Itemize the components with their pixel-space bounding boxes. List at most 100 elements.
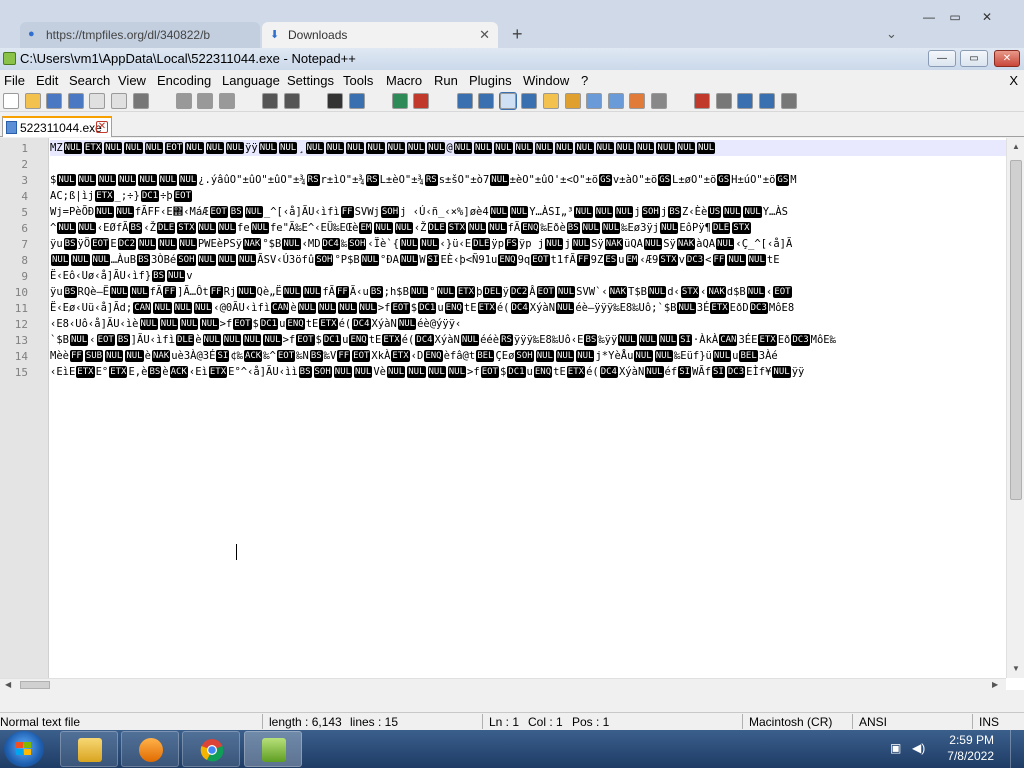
save-icon[interactable] — [46, 93, 63, 109]
scroll-right-icon[interactable]: ▶ — [992, 680, 998, 689]
zoom-in-icon[interactable] — [391, 93, 408, 109]
menu-view[interactable]: View — [118, 73, 146, 88]
menu-search[interactable]: Search — [69, 73, 110, 88]
menu-plugins[interactable]: Plugins — [469, 73, 512, 88]
open-file-icon[interactable] — [24, 93, 41, 109]
menu-macro[interactable]: Macro — [386, 73, 422, 88]
cut-icon[interactable] — [175, 93, 192, 109]
new-tab-button[interactable]: + — [512, 24, 523, 45]
minimize-button[interactable]: — — [928, 50, 956, 67]
document-tab-bar: 522311044.exe ✕ — [0, 112, 1024, 137]
close-document-x[interactable]: X — [1009, 73, 1018, 88]
network-icon[interactable]: ▣ — [890, 741, 904, 755]
find-icon[interactable] — [327, 93, 343, 109]
taskbar-media-player[interactable] — [121, 731, 179, 767]
close-icon[interactable] — [89, 93, 106, 109]
indent-guide-icon[interactable] — [543, 93, 559, 109]
undo-icon[interactable] — [262, 93, 279, 109]
horizontal-scroll-thumb[interactable] — [20, 681, 50, 689]
folder-workspace-icon[interactable] — [629, 93, 646, 109]
close-all-icon[interactable] — [111, 93, 127, 109]
save-all-icon[interactable] — [67, 93, 84, 109]
replace-icon[interactable] — [348, 93, 365, 109]
udl-icon[interactable] — [564, 93, 581, 109]
menu-tools[interactable]: Tools — [343, 73, 373, 88]
menu-file[interactable]: File — [4, 73, 25, 88]
menu-settings[interactable]: Settings — [287, 73, 334, 88]
browser-maximize-button[interactable]: ▭ — [944, 10, 966, 28]
new-file-icon[interactable] — [3, 93, 19, 109]
show-all-chars-icon[interactable] — [521, 93, 538, 109]
control-char-badge: ETX — [710, 302, 729, 314]
sync-v-icon[interactable] — [456, 93, 473, 109]
taskbar-notepadpp[interactable] — [244, 731, 302, 767]
control-char-badge: BS — [137, 254, 150, 266]
record-macro-icon[interactable] — [694, 93, 711, 109]
paste-icon[interactable] — [219, 93, 235, 109]
status-mode[interactable]: INS — [979, 715, 999, 729]
menu-language[interactable]: Language — [222, 73, 280, 88]
word-wrap-icon[interactable] — [498, 92, 517, 110]
vertical-scroll-thumb[interactable] — [1010, 160, 1022, 500]
control-char-badge: SOH — [313, 366, 332, 378]
sync-h-icon[interactable] — [478, 93, 495, 109]
close-tab-icon[interactable]: ✕ — [479, 27, 490, 43]
control-char-badge: NUL — [386, 142, 405, 154]
menu-edit[interactable]: Edit — [36, 73, 58, 88]
doc-map-icon[interactable] — [586, 93, 603, 109]
text-segment: fÃ — [149, 286, 163, 298]
control-char-badge: DC1 — [322, 334, 342, 346]
menu-help[interactable]: ? — [581, 73, 588, 88]
menu-run[interactable]: Run — [434, 73, 458, 88]
start-button[interactable] — [4, 731, 44, 767]
stop-macro-icon[interactable] — [715, 93, 732, 109]
title-bar[interactable]: C:\Users\vm1\AppData\Local\522311044.exe… — [0, 48, 1024, 70]
copy-icon[interactable] — [197, 93, 214, 109]
monitoring-icon[interactable] — [651, 93, 667, 109]
status-eol[interactable]: Macintosh (CR) — [749, 715, 832, 729]
control-char-badge: EOT — [773, 286, 792, 298]
text-segment: Y…ÀSI„³ — [529, 206, 574, 218]
browser-tab-downloads[interactable]: ⬇ Downloads ✕ — [262, 22, 498, 48]
taskbar-chrome[interactable] — [182, 731, 240, 767]
status-encoding[interactable]: ANSI — [859, 715, 887, 729]
play-macro-icon[interactable] — [737, 93, 754, 109]
volume-icon[interactable]: ◀) — [912, 741, 926, 755]
redo-icon[interactable] — [283, 93, 300, 109]
close-window-button[interactable]: ✕ — [994, 50, 1020, 67]
text-segment: 9q — [517, 254, 531, 266]
taskbar-explorer[interactable] — [60, 731, 118, 767]
clock-date[interactable]: 7/8/2022 — [947, 749, 994, 763]
clock-time[interactable]: 2:59 PM — [949, 733, 994, 747]
run-macro-multiple-icon[interactable] — [759, 93, 775, 109]
text-segment: °ÐA — [380, 254, 399, 266]
close-tab-icon[interactable]: ✕ — [96, 121, 108, 133]
function-list-icon[interactable] — [607, 93, 624, 109]
browser-close-button[interactable]: ✕ — [976, 10, 998, 28]
scroll-left-icon[interactable]: ◀ — [5, 680, 11, 689]
text-segment: RQè–Ë — [77, 286, 110, 298]
zoom-out-icon[interactable] — [413, 93, 430, 109]
text-segment: èfâ@t — [443, 350, 476, 362]
menu-encoding[interactable]: Encoding — [157, 73, 211, 88]
save-macro-icon[interactable] — [780, 93, 797, 109]
menu-window[interactable]: Window — [523, 73, 569, 88]
scroll-down-icon[interactable]: ▼ — [1012, 664, 1020, 673]
browser-minimize-button[interactable]: — — [918, 10, 940, 28]
browser-tab-tmpfiles[interactable]: ● https://tmpfiles.org/dl/340822/b — [20, 22, 260, 48]
chevron-down-icon[interactable]: ⌄ — [886, 26, 897, 42]
text-area[interactable]: MZ NUL ETX NUL NUL NUL EOT NUL NUL NUL ÿÿ NUL NUL ¸ NU… — [50, 138, 1006, 678]
show-desktop-button[interactable] — [1010, 730, 1024, 768]
document-tab[interactable]: 522311044.exe ✕ — [2, 116, 112, 137]
maximize-button[interactable]: ▭ — [960, 50, 988, 67]
text-segment: u — [526, 366, 533, 378]
control-char-badge: NUL — [200, 318, 219, 330]
vertical-scrollbar[interactable]: ▲ ▼ — [1006, 138, 1024, 678]
print-icon[interactable] — [132, 93, 149, 109]
control-char-badge: NUL — [397, 318, 417, 330]
scroll-up-icon[interactable]: ▲ — [1012, 142, 1020, 151]
horizontal-scrollbar[interactable]: ◀ ▶ — [0, 678, 1006, 690]
text-segment: tE — [368, 334, 382, 346]
text-segment: ‰Eðè — [540, 222, 566, 234]
editor[interactable]: 1 2 3 4 5 6 7 8 9 10 11 12 13 14 15 MZ NUL ETX NUL NUL NUL E… — [0, 138, 1024, 690]
